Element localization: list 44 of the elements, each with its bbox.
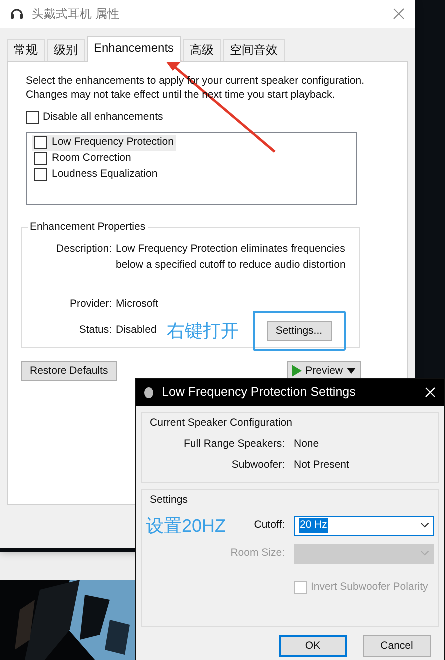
cancel-button[interactable]: Cancel <box>363 634 431 656</box>
field-label: Provider: <box>68 297 112 312</box>
ok-button[interactable]: OK <box>279 634 347 656</box>
annotation-note: 设置20HZ <box>146 516 228 536</box>
field-label: Description: <box>56 242 112 257</box>
tab[interactable]: 常规 <box>7 39 45 61</box>
field-value: Low Frequency Protection eliminates frequencies below a specified cutoff to reduce audio distortion <box>116 242 347 272</box>
caret-icon <box>347 368 356 374</box>
field-value: None <box>294 437 320 452</box>
checkbox[interactable] <box>26 111 39 124</box>
window-title: 头戴式耳机 属性 <box>32 6 120 23</box>
headset-icon <box>10 7 24 21</box>
list-item[interactable]: Loudness Equalization <box>32 166 160 183</box>
tab[interactable]: 高级 <box>183 39 222 61</box>
play-icon <box>292 365 302 377</box>
cutoff-dropdown[interactable]: 20 Hz <box>294 516 434 536</box>
field-label: Room Size: <box>230 546 285 561</box>
field-label: Cutoff: <box>253 518 285 533</box>
tab[interactable]: Enhancements <box>87 36 182 62</box>
field-value: Not Present <box>294 458 350 473</box>
checkbox[interactable] <box>34 152 47 166</box>
field-value: Disabled <box>116 323 157 338</box>
field-label: Status: <box>78 323 112 338</box>
tab[interactable]: 级别 <box>47 39 85 61</box>
checkbox-label: Disable all enhancements <box>43 110 164 125</box>
annotation-note: 右键打开 <box>166 321 239 341</box>
group-title: Enhancement Properties <box>28 220 148 236</box>
settings-button[interactable]: Settings... <box>266 321 332 341</box>
checkbox[interactable] <box>34 168 47 182</box>
checkbox-label: Invert Subwoofer Polarity <box>311 580 428 594</box>
list-item[interactable]: Low Frequency Protection <box>32 134 176 151</box>
group-title: Settings <box>150 492 188 508</box>
field-value: Microsoft <box>116 297 159 312</box>
list-item[interactable]: Room Correction <box>32 150 134 167</box>
field-label: Full Range Speakers: <box>183 437 285 452</box>
speaker-icon <box>144 386 154 398</box>
checkbox[interactable] <box>34 136 47 150</box>
field-label: Subwoofer: <box>230 458 285 473</box>
chevron-icon <box>421 523 429 528</box>
group-title: Current Speaker Configuration <box>150 416 292 431</box>
restore-defaults-button[interactable]: Restore Defaults <box>21 361 118 381</box>
dialog-title: Low Frequency Protection Settings <box>162 384 356 402</box>
tab[interactable]: 空间音效 <box>223 39 286 61</box>
chevron-icon <box>421 551 429 556</box>
